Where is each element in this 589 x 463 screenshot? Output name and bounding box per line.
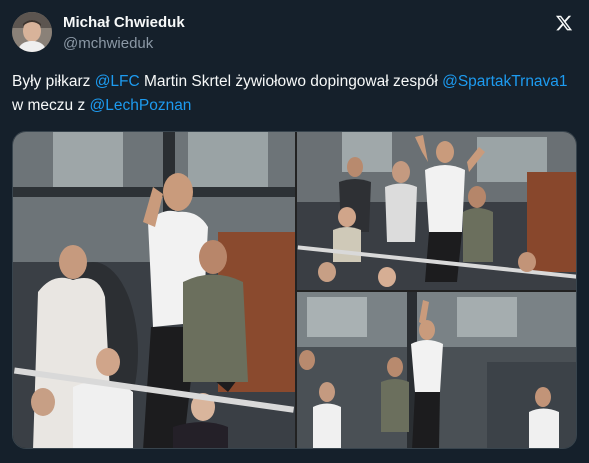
media-grid	[12, 131, 577, 449]
tweet-text-segment: w meczu z	[12, 97, 90, 114]
mention-link[interactable]: @SpartakTrnava1	[442, 73, 567, 90]
mention-link[interactable]: @LFC	[95, 73, 140, 90]
tweet-header: Michał Chwieduk @mchwieduk	[12, 12, 577, 54]
tweet-card: Michał Chwieduk @mchwieduk Były piłkarz …	[0, 0, 589, 463]
avatar[interactable]	[12, 12, 52, 52]
tweet-text: Były piłkarz @LFC Martin Skrtel żywiołow…	[12, 70, 577, 118]
photo-bottom-right[interactable]	[297, 292, 576, 448]
author-display-name[interactable]: Michał Chwieduk	[63, 13, 185, 32]
photo-top-right[interactable]	[297, 132, 576, 290]
author-handle[interactable]: @mchwieduk	[63, 34, 185, 53]
x-logo-icon[interactable]	[555, 14, 573, 32]
tweet-text-segment: Były piłkarz	[12, 73, 95, 90]
photo-main[interactable]	[13, 132, 295, 448]
tweet-text-segment: Martin Skrtel żywiołowo dopingował zespó…	[139, 73, 443, 90]
author-names: Michał Chwieduk @mchwieduk	[63, 13, 185, 53]
mention-link[interactable]: @LechPoznan	[90, 97, 192, 114]
